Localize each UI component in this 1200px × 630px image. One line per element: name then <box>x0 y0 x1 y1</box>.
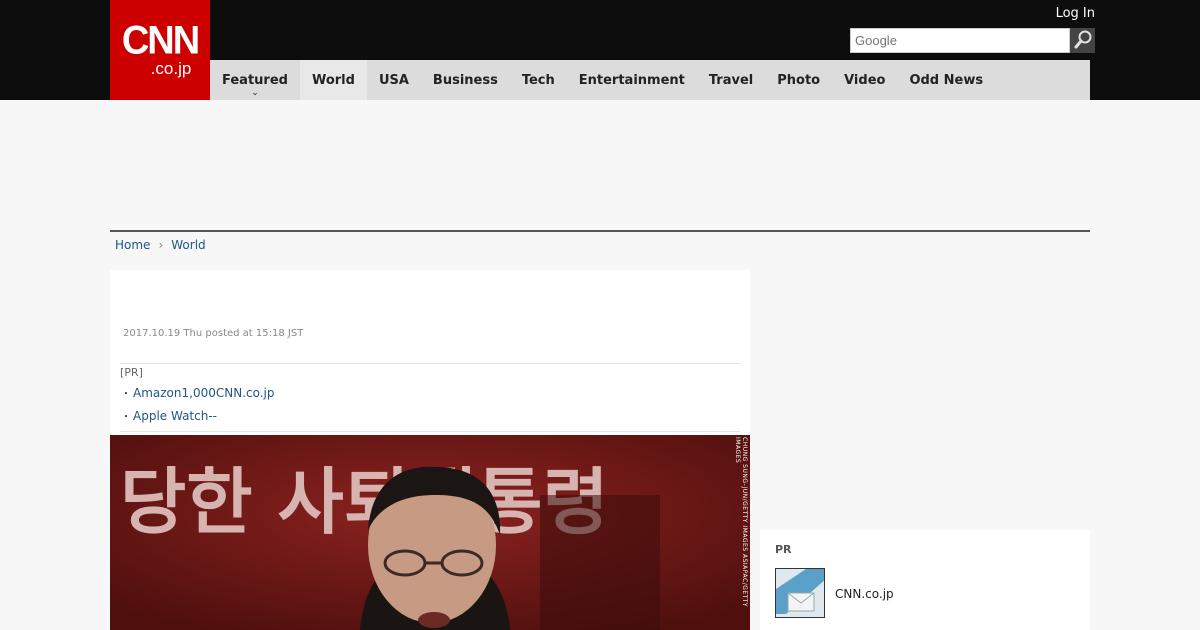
article-photo: 당한 사퇴대통령 CHUNG SUNG-JUN/GETTY IMAGES ASI… <box>110 435 750 630</box>
main-nav: Featured ⌄ World USA Business Tech Enter… <box>210 60 1090 100</box>
bullet-icon: ・ <box>121 412 131 423</box>
nav-label: USA <box>378 72 409 88</box>
pr-label: [PR] <box>120 366 143 379</box>
nav-item-featured[interactable]: Featured ⌄ <box>210 60 300 100</box>
nav-label: Entertainment <box>578 72 685 88</box>
photo-credit: CHUNG SUNG-JUN/GETTY IMAGES ASIAPAC/GETT… <box>734 437 748 608</box>
nav-item-usa[interactable]: USA <box>367 60 421 100</box>
article-header-card: 2017.10.19 Thu posted at 15:18 JST [PR] … <box>110 270 750 435</box>
nav-label: Video <box>844 72 886 88</box>
login-link[interactable]: Log In <box>1056 6 1095 21</box>
nav-item-business[interactable]: Business <box>421 60 510 100</box>
list-item: ・ Amazon1,000CNN.co.jp <box>120 381 740 404</box>
search-button[interactable] <box>1070 28 1095 53</box>
pr-item-title[interactable]: CNN.co.jp <box>835 587 894 601</box>
nav-label: Travel <box>708 72 754 88</box>
nav-item-odd-news[interactable]: Odd News <box>897 60 995 100</box>
post-timestamp: 2017.10.19 Thu posted at 15:18 JST <box>123 328 304 339</box>
pr-link[interactable]: Amazon1,000CNN.co.jp <box>133 386 275 400</box>
magnifier-icon <box>1073 29 1093 53</box>
nav-label: Featured <box>222 72 288 88</box>
nav-item-world[interactable]: World <box>299 60 367 100</box>
photo-banner-text: 당한 사퇴대통령 <box>120 460 609 544</box>
search-input[interactable] <box>850 28 1070 53</box>
chevron-down-icon: ⌄ <box>251 88 259 98</box>
pr-box: [PR] ・ Amazon1,000CNN.co.jp ・ Apple Watc… <box>120 363 740 432</box>
nav-label: Photo <box>777 72 821 88</box>
ad-divider <box>110 230 1090 232</box>
nav-label: World <box>311 72 355 88</box>
nav-item-entertainment[interactable]: Entertainment <box>567 60 697 100</box>
pr-link[interactable]: Apple Watch-- <box>133 409 217 423</box>
sidebar-pr-box: PR CNN.co.jp <box>760 530 1090 630</box>
list-item: ・ Apple Watch-- <box>120 404 740 427</box>
breadcrumb-world[interactable]: World <box>171 238 205 252</box>
envelope-icon <box>776 569 824 617</box>
photo-illustration: 당한 사퇴대통령 <box>110 435 750 630</box>
bullet-icon: ・ <box>121 389 131 400</box>
pr-thumbnail[interactable] <box>775 568 825 618</box>
nav-item-photo[interactable]: Photo <box>765 60 832 100</box>
nav-label: Business <box>432 72 498 88</box>
nav-label: Odd News <box>909 72 984 88</box>
nav-label: Tech <box>521 72 555 88</box>
breadcrumb: Home › World <box>115 238 206 252</box>
nav-item-video[interactable]: Video <box>832 60 897 100</box>
chevron-right-icon: › <box>158 238 164 252</box>
breadcrumb-home[interactable]: Home <box>115 238 150 252</box>
logo-wordmark: CNN <box>121 18 200 64</box>
cnn-logo[interactable]: CNN .co.jp <box>110 0 210 100</box>
nav-item-tech[interactable]: Tech <box>510 60 567 100</box>
nav-item-travel[interactable]: Travel <box>697 60 765 100</box>
sidebar-pr-label: PR <box>775 543 792 556</box>
